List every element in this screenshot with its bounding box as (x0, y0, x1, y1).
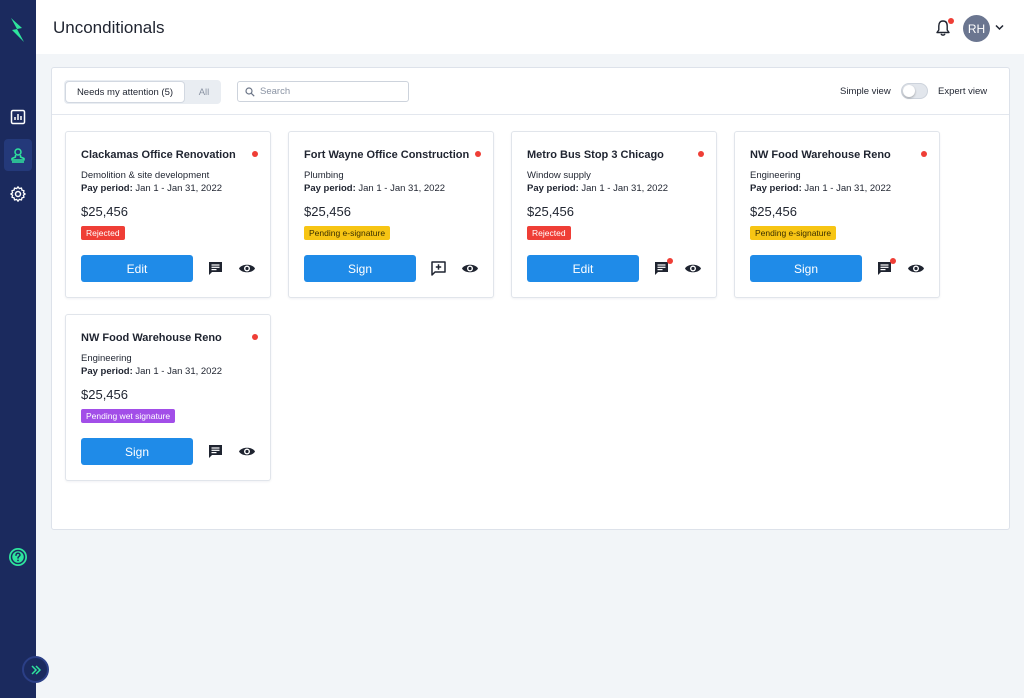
pay-period-label: Pay period: (81, 366, 133, 377)
status-badge: Pending wet signature (81, 409, 176, 423)
view-mode-toggle[interactable] (901, 83, 928, 99)
status-badge: Pending e-signature (304, 226, 391, 240)
pay-period-label: Pay period: (304, 183, 356, 194)
card-trade: Window supply (527, 170, 591, 181)
expert-view-label: Expert view (938, 86, 988, 97)
pay-period-label: Pay period: (81, 183, 133, 194)
search-input[interactable] (260, 84, 400, 99)
card-pay-period: Pay period: Jan 1 - Jan 31, 2022 (304, 183, 445, 194)
card-pay-period: Pay period: Jan 1 - Jan 31, 2022 (81, 183, 222, 194)
card-amount: $25,456 (527, 204, 574, 219)
message-icon[interactable] (207, 260, 224, 277)
card-pay-period: Pay period: Jan 1 - Jan 31, 2022 (750, 183, 891, 194)
filter-segmented-control: Needs my attention (5) All (64, 80, 221, 104)
sidebar-item-unconditionals[interactable] (4, 139, 32, 171)
edit-button[interactable]: Edit (527, 255, 639, 282)
sign-button[interactable]: Sign (750, 255, 862, 282)
card-trade: Demolition & site development (81, 170, 210, 181)
gear-icon (10, 186, 26, 202)
pay-period-value: Jan 1 - Jan 31, 2022 (358, 183, 446, 194)
filter-needs-attention[interactable]: Needs my attention (5) (66, 82, 184, 102)
message-unread-dot (667, 258, 673, 264)
avatar[interactable]: RH (963, 15, 990, 42)
card-amount: $25,456 (81, 387, 128, 402)
card-title[interactable]: NW Food Warehouse Reno (750, 149, 891, 161)
card-trade: Engineering (750, 170, 801, 181)
filter-all[interactable]: All (189, 82, 219, 102)
chevron-down-icon[interactable] (995, 24, 1004, 31)
sidebar-item-settings[interactable] (4, 178, 32, 210)
sign-button[interactable]: Sign (81, 438, 193, 465)
toggle-knob (903, 85, 915, 97)
status-badge: Rejected (527, 226, 571, 240)
card-trade: Engineering (81, 353, 132, 364)
simple-view-label: Simple view (840, 86, 891, 97)
add-message-icon[interactable] (430, 260, 447, 277)
status-badge: Pending e-signature (750, 226, 837, 240)
search-icon (245, 87, 255, 97)
card-pay-period: Pay period: Jan 1 - Jan 31, 2022 (81, 366, 222, 377)
bar-chart-icon (10, 109, 26, 125)
message-icon[interactable] (207, 443, 224, 460)
unread-dot (252, 151, 258, 157)
page-title: Unconditionals (53, 18, 165, 37)
card-title[interactable]: Fort Wayne Office Construction (304, 149, 469, 161)
payment-card: Fort Wayne Office Construction Plumbing … (288, 131, 494, 298)
sidebar (0, 0, 36, 698)
sidebar-item-reports[interactable] (4, 101, 32, 133)
pay-period-label: Pay period: (527, 183, 579, 194)
logo-icon[interactable] (8, 16, 28, 44)
card-title[interactable]: NW Food Warehouse Reno (81, 332, 222, 344)
user-stamp-icon (11, 148, 25, 163)
panel-toolbar: Needs my attention (5) All Simple view E… (52, 68, 1009, 115)
pay-period-value: Jan 1 - Jan 31, 2022 (135, 183, 223, 194)
view-eye-icon[interactable] (238, 445, 256, 458)
unread-dot (698, 151, 704, 157)
pay-period-value: Jan 1 - Jan 31, 2022 (581, 183, 669, 194)
edit-button[interactable]: Edit (81, 255, 193, 282)
top-header: Unconditionals RH (36, 0, 1024, 54)
pay-period-label: Pay period: (750, 183, 802, 194)
payment-card: NW Food Warehouse Reno Engineering Pay p… (734, 131, 940, 298)
payment-card: NW Food Warehouse Reno Engineering Pay p… (65, 314, 271, 481)
unread-dot (252, 334, 258, 340)
double-chevron-right-icon (30, 664, 41, 675)
unread-dot (921, 151, 927, 157)
payment-card: Clackamas Office Renovation Demolition &… (65, 131, 271, 298)
sign-button[interactable]: Sign (304, 255, 416, 282)
payment-card: Metro Bus Stop 3 Chicago Window supply P… (511, 131, 717, 298)
card-amount: $25,456 (81, 204, 128, 219)
view-eye-icon[interactable] (684, 262, 702, 275)
card-title[interactable]: Clackamas Office Renovation (81, 149, 236, 161)
pay-period-value: Jan 1 - Jan 31, 2022 (135, 366, 223, 377)
card-amount: $25,456 (304, 204, 351, 219)
status-badge: Rejected (81, 226, 125, 240)
notification-dot (948, 18, 954, 24)
expand-sidebar-button[interactable] (22, 656, 49, 683)
search-box (237, 81, 409, 102)
help-circle-icon[interactable] (8, 547, 28, 567)
view-eye-icon[interactable] (461, 262, 479, 275)
card-pay-period: Pay period: Jan 1 - Jan 31, 2022 (527, 183, 668, 194)
card-trade: Plumbing (304, 170, 344, 181)
view-eye-icon[interactable] (238, 262, 256, 275)
view-eye-icon[interactable] (907, 262, 925, 275)
card-title[interactable]: Metro Bus Stop 3 Chicago (527, 149, 664, 161)
unread-dot (475, 151, 481, 157)
message-unread-dot (890, 258, 896, 264)
card-amount: $25,456 (750, 204, 797, 219)
pay-period-value: Jan 1 - Jan 31, 2022 (804, 183, 892, 194)
